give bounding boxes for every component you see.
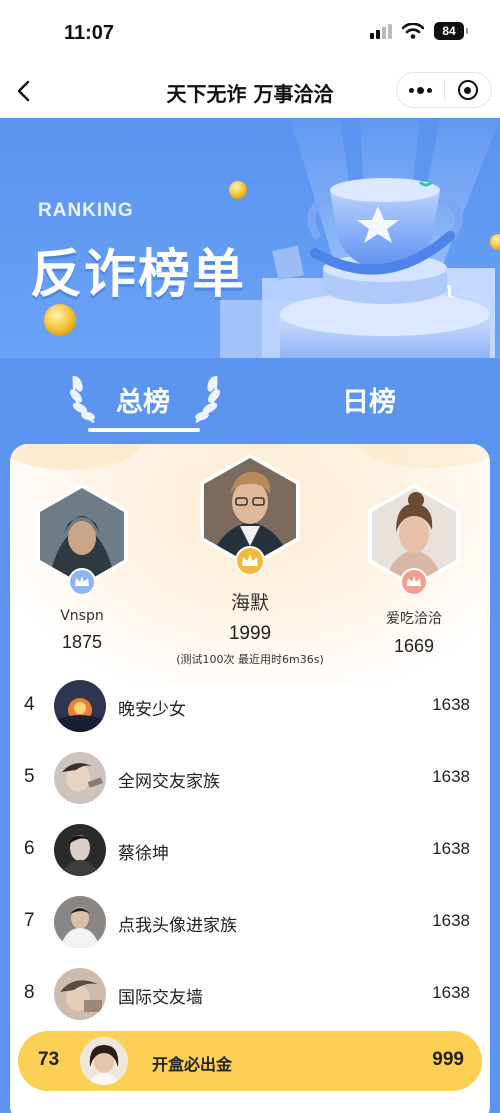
podium-third-name: 爱吃洽洽 [386, 611, 442, 627]
laurel-left-icon [70, 375, 95, 424]
rank-name: 晚安少女 [118, 700, 186, 720]
avatar [54, 824, 106, 876]
ranking-tabs: 总榜 日榜 [0, 358, 500, 444]
podium-first-score: 1999 [228, 623, 272, 644]
avatar [80, 1037, 128, 1085]
rank-number: 7 [24, 910, 35, 931]
status-bar: 11:07 84 [0, 0, 500, 66]
rank-score: 1638 [432, 695, 470, 714]
list-item[interactable]: 5 全网交友家族 1638 [10, 742, 490, 814]
tab-total[interactable]: 总榜 [116, 380, 170, 419]
rank-score: 1638 [432, 839, 470, 858]
crown-silver-icon [68, 568, 96, 596]
list-item[interactable]: 8 国际交友墙 1638 [10, 958, 490, 1030]
list-item[interactable]: 4 晚安少女 1638 [10, 670, 490, 742]
list-item[interactable]: 6 蔡徐坤 1638 [10, 814, 490, 886]
rank-name: 国际交友墙 [118, 988, 203, 1008]
mini-program-capsule [396, 72, 492, 108]
podium-second-score: 1875 [61, 632, 103, 652]
rank-score: 1638 [432, 911, 470, 930]
hero-banner: 1 RANKING 反诈榜单 [0, 118, 500, 358]
podium-first-note: (测试100次 最近用时6m36s) [176, 653, 324, 666]
rank-score: 1638 [432, 767, 470, 786]
ranking-card: Vnspn 1875 海默 1999 (测试100次 最近用时6m36s) 爱吃… [10, 444, 490, 1113]
avatar [54, 680, 106, 732]
tab-active-indicator [88, 428, 200, 432]
signal-icon [370, 23, 392, 39]
rank-number: 5 [24, 766, 35, 787]
battery-icon: 84 [434, 22, 468, 40]
podium-first-name: 海默 [230, 592, 269, 614]
rank-number: 6 [24, 838, 35, 859]
ranking-title: 反诈榜单 [30, 245, 247, 305]
podium-third[interactable]: 爱吃洽洽 1669 [366, 484, 462, 657]
avatar [54, 752, 106, 804]
rank-number: 8 [24, 982, 35, 1003]
rank-score: 1638 [432, 983, 470, 1002]
crown-bronze-icon [400, 568, 428, 596]
avatar [54, 968, 106, 1020]
rank-number: 4 [24, 694, 35, 715]
podium-second[interactable]: Vnspn 1875 [34, 484, 130, 653]
my-rank-bar[interactable]: 73 开盒必出金 999 [18, 1031, 482, 1091]
status-time: 11:07 [64, 22, 115, 44]
rank-name: 蔡徐坤 [118, 844, 169, 864]
avatar [54, 896, 106, 948]
my-rank-number: 73 [38, 1049, 60, 1070]
status-icons: 84 [370, 22, 468, 40]
my-rank-name: 开盒必出金 [152, 1055, 233, 1074]
tab-daily[interactable]: 日榜 [342, 380, 396, 419]
wifi-icon [402, 23, 424, 39]
nav-bar: 天下无诈 万事洽洽 [0, 66, 500, 118]
podium-first[interactable]: 海默 1999 (测试100次 最近用时6m36s) [160, 454, 340, 667]
rank-name: 点我头像进家族 [118, 916, 237, 936]
ranking-list: 4 晚安少女 1638 5 全网交友家族 1638 6 蔡徐坤 1638 7 点… [10, 670, 490, 1030]
my-rank-score: 999 [432, 1049, 464, 1070]
more-dots-icon[interactable] [397, 86, 444, 94]
rank-name: 全网交友家族 [118, 772, 220, 792]
laurel-right-icon [195, 375, 220, 424]
target-circle-icon[interactable] [445, 80, 492, 100]
crown-gold-icon [235, 546, 265, 576]
podium-second-name: Vnspn [60, 608, 104, 624]
podium-third-score: 1669 [393, 636, 435, 656]
list-item[interactable]: 7 点我头像进家族 1638 [10, 886, 490, 958]
ranking-subtitle: RANKING [38, 200, 134, 221]
